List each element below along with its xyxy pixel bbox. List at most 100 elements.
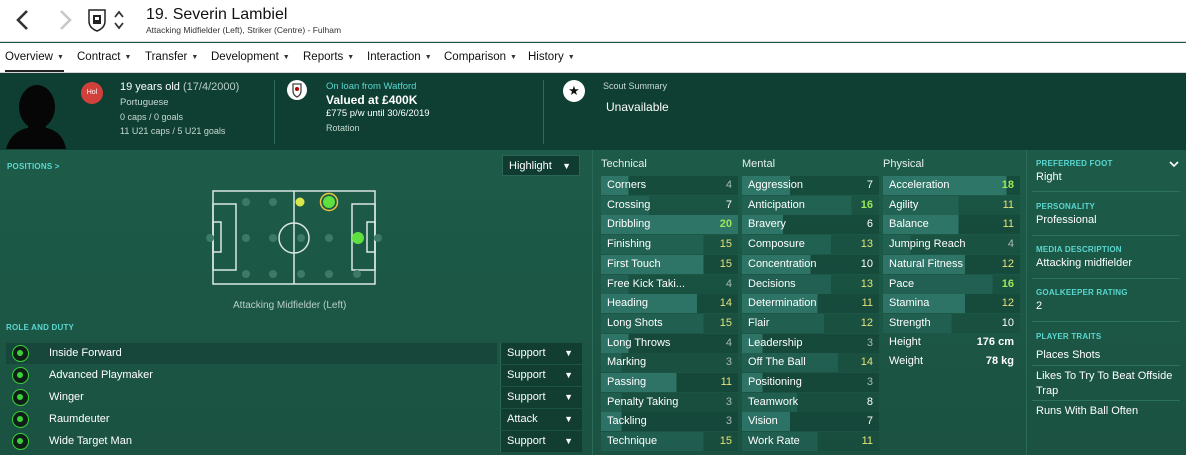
attribute-row-mental[interactable]: Vision 7 <box>742 412 879 432</box>
attribute-value: 13 <box>860 238 873 251</box>
attribute-row-physical[interactable]: Acceleration 18 <box>883 176 1020 195</box>
attribute-row-mental[interactable]: Determination 11 <box>742 294 879 314</box>
player-trait: Places Shots <box>1036 349 1101 361</box>
attribute-row-mental[interactable]: Anticipation 16 <box>742 195 879 215</box>
chevron-down-icon: ▼ <box>564 348 573 358</box>
attribute-row-mental[interactable]: Composure 13 <box>742 235 879 255</box>
tab-transfer[interactable]: Transfer ▼ <box>145 43 198 72</box>
attribute-value: 4 <box>725 277 732 290</box>
attribute-row-technical[interactable]: First Touch 15 <box>601 254 738 274</box>
attribute-value: 4 <box>725 179 732 191</box>
positions-link[interactable]: POSITIONS > <box>7 162 60 171</box>
tab-overview[interactable]: Overview ▼ <box>5 43 64 72</box>
attribute-row-physical[interactable]: Natural Fitness 12 <box>883 254 1020 274</box>
attribute-row-technical[interactable]: Passing 11 <box>601 373 738 392</box>
tab-history[interactable]: History ▼ <box>528 43 575 72</box>
top-bar: 19. Severin Lambiel Attacking Midfielder… <box>0 0 1186 42</box>
attribute-row-mental[interactable]: Leadership 3 <box>742 333 879 353</box>
pitch-diagram <box>200 185 390 290</box>
attribute-row-physical[interactable]: Jumping Reach 4 <box>883 235 1020 255</box>
role-duty-label: ROLE AND DUTY <box>6 323 75 332</box>
attribute-row-technical[interactable]: Free Kick Taki... 4 <box>601 274 738 294</box>
back-icon[interactable] <box>12 8 34 32</box>
forward-icon[interactable] <box>54 8 76 32</box>
attribute-row-technical[interactable]: Dribbling 20 <box>601 215 738 235</box>
attribute-row-mental[interactable]: Decisions 13 <box>742 274 879 294</box>
highlight-dropdown[interactable]: Highlight ▼ <box>502 155 580 176</box>
attribute-name: Crossing <box>607 198 651 211</box>
attribute-row-technical[interactable]: Heading 14 <box>601 294 738 314</box>
attribute-name: Composure <box>748 238 805 251</box>
tab-interaction[interactable]: Interaction ▼ <box>367 43 432 72</box>
role-suitability-icon <box>12 411 29 428</box>
duty-dropdown[interactable]: Attack ▼ <box>500 409 582 430</box>
tab-contract[interactable]: Contract ▼ <box>77 43 131 72</box>
divider <box>543 80 544 144</box>
attribute-name: Tackling <box>607 415 647 428</box>
attribute-name: Balance <box>889 218 929 231</box>
attribute-name: Penalty Taking <box>607 395 679 408</box>
role-row-advanced-playmaker[interactable]: Advanced Playmaker <box>6 365 497 386</box>
role-row-wide-target-man[interactable]: Wide Target Man <box>6 431 497 452</box>
attribute-row-physical[interactable]: Pace 16 <box>883 274 1020 294</box>
attribute-row-physical[interactable]: Agility 11 <box>883 195 1020 215</box>
attribute-value: 3 <box>866 376 873 388</box>
attribute-row-physical[interactable]: Balance 11 <box>883 215 1020 235</box>
player-value: Valued at £400K <box>326 93 418 107</box>
duty-dropdown[interactable]: Support ▼ <box>500 365 582 386</box>
duty-dropdown[interactable]: Support ▼ <box>500 387 582 408</box>
tab-comparison[interactable]: Comparison ▼ <box>444 43 517 72</box>
attribute-row-technical[interactable]: Long Throws 4 <box>601 333 738 353</box>
attribute-value: 16 <box>860 198 873 211</box>
attribute-row-mental[interactable]: Off The Ball 14 <box>742 353 879 373</box>
goalkeeper-rating-label: GOALKEEPER RATING <box>1036 288 1128 297</box>
attribute-row-mental[interactable]: Work Rate 11 <box>742 432 879 452</box>
attribute-row-mental[interactable]: Positioning 3 <box>742 373 879 392</box>
attribute-row-technical[interactable]: Crossing 7 <box>601 195 738 215</box>
player-trait: Likes To Try To Beat Offside Trap <box>1036 370 1173 397</box>
loan-status[interactable]: On loan from Watford <box>326 81 416 92</box>
attribute-name: Passing <box>607 376 647 388</box>
attribute-row-mental[interactable]: Teamwork 8 <box>742 392 879 412</box>
attribute-row-mental[interactable]: Aggression 7 <box>742 176 879 195</box>
role-row-winger[interactable]: Winger <box>6 387 497 408</box>
preferred-foot-value: Right <box>1036 171 1062 183</box>
role-row-raumdeuter[interactable]: Raumdeuter <box>6 409 497 430</box>
player-switch-icon[interactable] <box>113 9 125 31</box>
divider <box>1032 365 1180 366</box>
chevron-down-icon[interactable] <box>1168 157 1180 169</box>
duty-dropdown[interactable]: Support ▼ <box>500 343 582 364</box>
attribute-row-technical[interactable]: Long Shots 15 <box>601 313 738 333</box>
attribute-row-technical[interactable]: Corners 4 <box>601 176 738 195</box>
tab-reports[interactable]: Reports ▼ <box>303 43 354 72</box>
chevron-down-icon: ▼ <box>564 370 573 380</box>
player-caps: 0 caps / 0 goals <box>120 112 184 122</box>
attribute-row-technical[interactable]: Technique 15 <box>601 432 738 452</box>
attribute-value: 11 <box>861 435 873 448</box>
attribute-value: 12 <box>860 316 873 329</box>
goalkeeper-rating-value: 2 <box>1036 300 1043 312</box>
attribute-row-physical[interactable]: Stamina 12 <box>883 294 1020 314</box>
attribute-row-mental[interactable]: Concentration 10 <box>742 254 879 274</box>
attribute-row-technical[interactable]: Penalty Taking 3 <box>601 392 738 412</box>
role-row-inside-forward[interactable]: Inside Forward <box>6 343 497 364</box>
attribute-value: 13 <box>860 277 873 290</box>
attribute-row-mental[interactable]: Bravery 6 <box>742 215 879 235</box>
media-description-label: MEDIA DESCRIPTION <box>1036 245 1122 254</box>
attribute-row-technical[interactable]: Marking 3 <box>601 353 738 373</box>
attribute-row-technical[interactable]: Tackling 3 <box>601 412 738 432</box>
attribute-value: 20 <box>719 218 732 231</box>
club-crest-icon <box>87 8 107 32</box>
attribute-value: 10 <box>1001 316 1014 329</box>
duty-dropdown[interactable]: Support ▼ <box>500 431 582 452</box>
attribute-row-mental[interactable]: Flair 12 <box>742 313 879 333</box>
attribute-row-technical[interactable]: Finishing 15 <box>601 235 738 255</box>
attribute-name: Pace <box>889 277 915 290</box>
attribute-row-physical[interactable]: Strength 10 <box>883 313 1020 333</box>
tab-development[interactable]: Development ▼ <box>211 43 290 72</box>
attribute-name: Flair <box>748 316 770 329</box>
role-suitability-icon <box>12 433 29 450</box>
loan-club-crest-icon <box>287 80 307 100</box>
attribute-name: Leadership <box>748 336 803 349</box>
attribute-name: Strength <box>889 316 931 329</box>
